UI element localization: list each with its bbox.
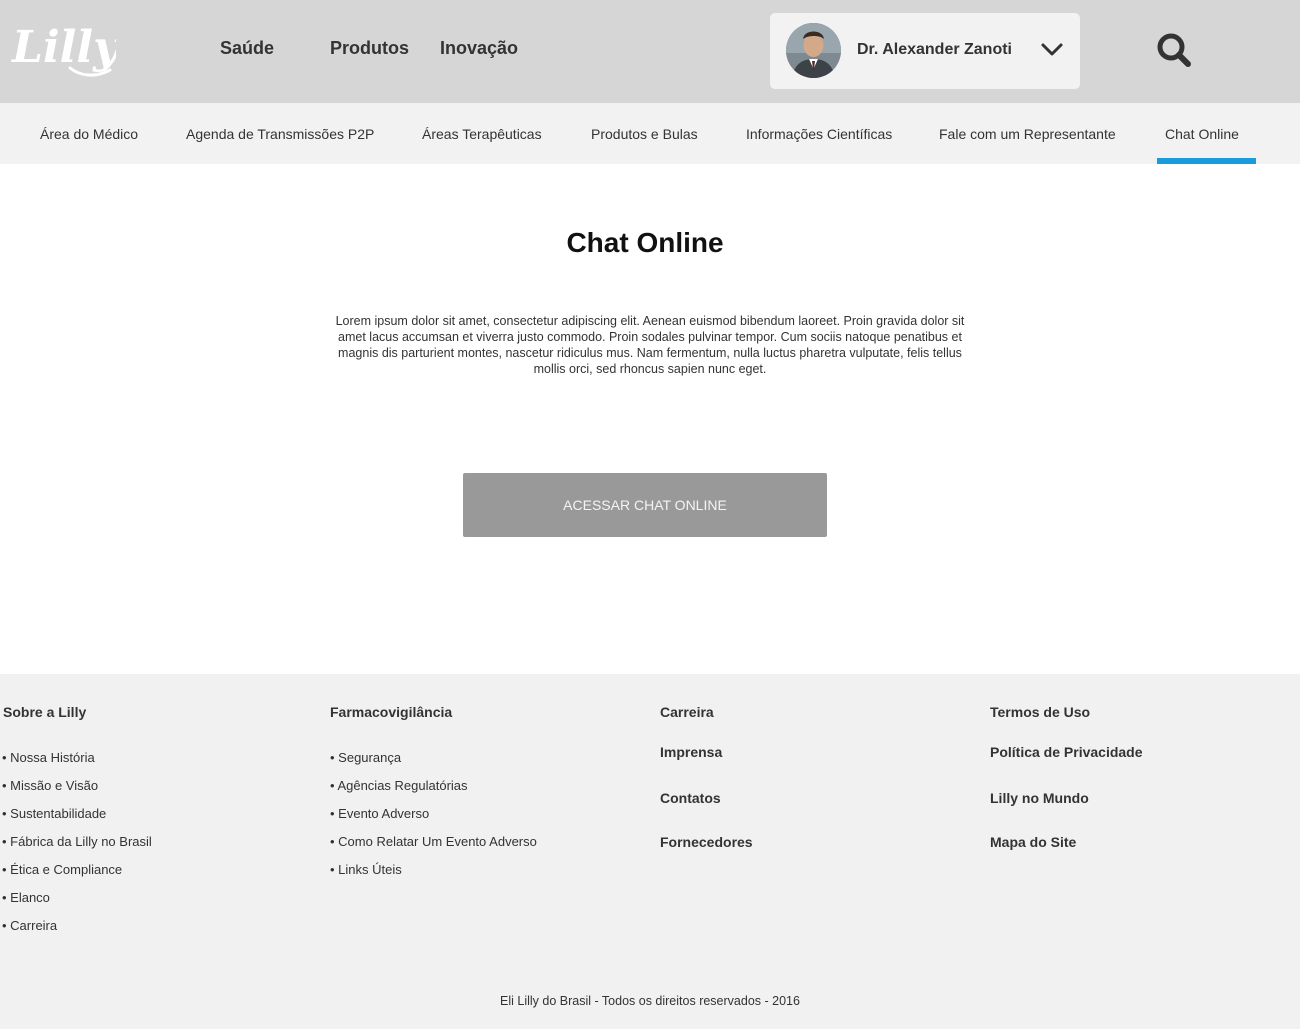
footer: Sobre a Lilly • Nossa História • Missão …: [0, 674, 1300, 1029]
chevron-down-icon[interactable]: [1040, 41, 1064, 59]
tab-informacoes-cientificas[interactable]: Informações Científicas: [746, 126, 892, 142]
footer-link-mapa-do-site[interactable]: Mapa do Site: [990, 834, 1076, 850]
footer-link-contatos[interactable]: Contatos: [660, 790, 721, 806]
nav-produtos[interactable]: Produtos: [330, 38, 409, 59]
lilly-logo[interactable]: Lilly: [10, 18, 116, 80]
tab-area-do-medico[interactable]: Área do Médico: [40, 126, 138, 142]
footer-link[interactable]: • Ética e Compliance: [2, 862, 122, 877]
footer-link-termos[interactable]: Termos de Uso: [990, 704, 1090, 720]
header: Lilly Saúde Produtos Inovação Dr. Alexan…: [0, 0, 1300, 103]
tab-fale-com-representante[interactable]: Fale com um Representante: [939, 126, 1116, 142]
footer-link[interactable]: • Como Relatar Um Evento Adverso: [330, 834, 537, 849]
footer-link[interactable]: • Sustentabilidade: [2, 806, 106, 821]
main-content: Chat Online Lorem ipsum dolor sit amet, …: [0, 164, 1300, 674]
nav-saude[interactable]: Saúde: [220, 38, 274, 59]
footer-link[interactable]: • Nossa História: [2, 750, 95, 765]
footer-link[interactable]: • Carreira: [2, 918, 57, 933]
footer-link-carreira[interactable]: Carreira: [660, 704, 714, 720]
tab-produtos-e-bulas[interactable]: Produtos e Bulas: [591, 126, 698, 142]
logo-text: Lilly: [10, 22, 116, 73]
nav-inovacao[interactable]: Inovação: [440, 38, 518, 59]
footer-link[interactable]: • Segurança: [330, 750, 401, 765]
footer-link-imprensa[interactable]: Imprensa: [660, 744, 722, 760]
copyright: Eli Lilly do Brasil - Todos os direitos …: [500, 994, 800, 1008]
user-avatar: [786, 23, 841, 78]
footer-link-privacidade[interactable]: Política de Privacidade: [990, 744, 1143, 760]
access-chat-button[interactable]: ACESSAR CHAT ONLINE: [463, 473, 827, 537]
footer-link[interactable]: • Fábrica da Lilly no Brasil: [2, 834, 152, 849]
footer-heading-sobre[interactable]: Sobre a Lilly: [3, 704, 86, 720]
tab-areas-terapeuticas[interactable]: Áreas Terapêuticas: [422, 126, 542, 142]
footer-link[interactable]: • Agências Regulatórias: [330, 778, 468, 793]
footer-link-fornecedores[interactable]: Fornecedores: [660, 834, 753, 850]
page-title: Chat Online: [566, 227, 724, 258]
footer-link[interactable]: • Missão e Visão: [2, 778, 98, 793]
search-icon[interactable]: [1155, 31, 1193, 69]
footer-heading-farmacovigilancia[interactable]: Farmacovigilância: [330, 704, 452, 720]
footer-link[interactable]: • Elanco: [2, 890, 50, 905]
sub-nav: Área do Médico Agenda de Transmissões P2…: [0, 103, 1300, 164]
tab-agenda-transmissoes[interactable]: Agenda de Transmissões P2P: [186, 126, 374, 142]
user-name: Dr. Alexander Zanoti: [857, 41, 1012, 58]
footer-link[interactable]: • Evento Adverso: [330, 806, 429, 821]
footer-link[interactable]: • Links Úteis: [330, 862, 402, 877]
intro-text: Lorem ipsum dolor sit amet, consectetur …: [335, 314, 965, 376]
tab-chat-online[interactable]: Chat Online: [1165, 126, 1239, 142]
user-menu[interactable]: Dr. Alexander Zanoti: [770, 13, 1080, 89]
footer-link-lilly-no-mundo[interactable]: Lilly no Mundo: [990, 790, 1089, 806]
